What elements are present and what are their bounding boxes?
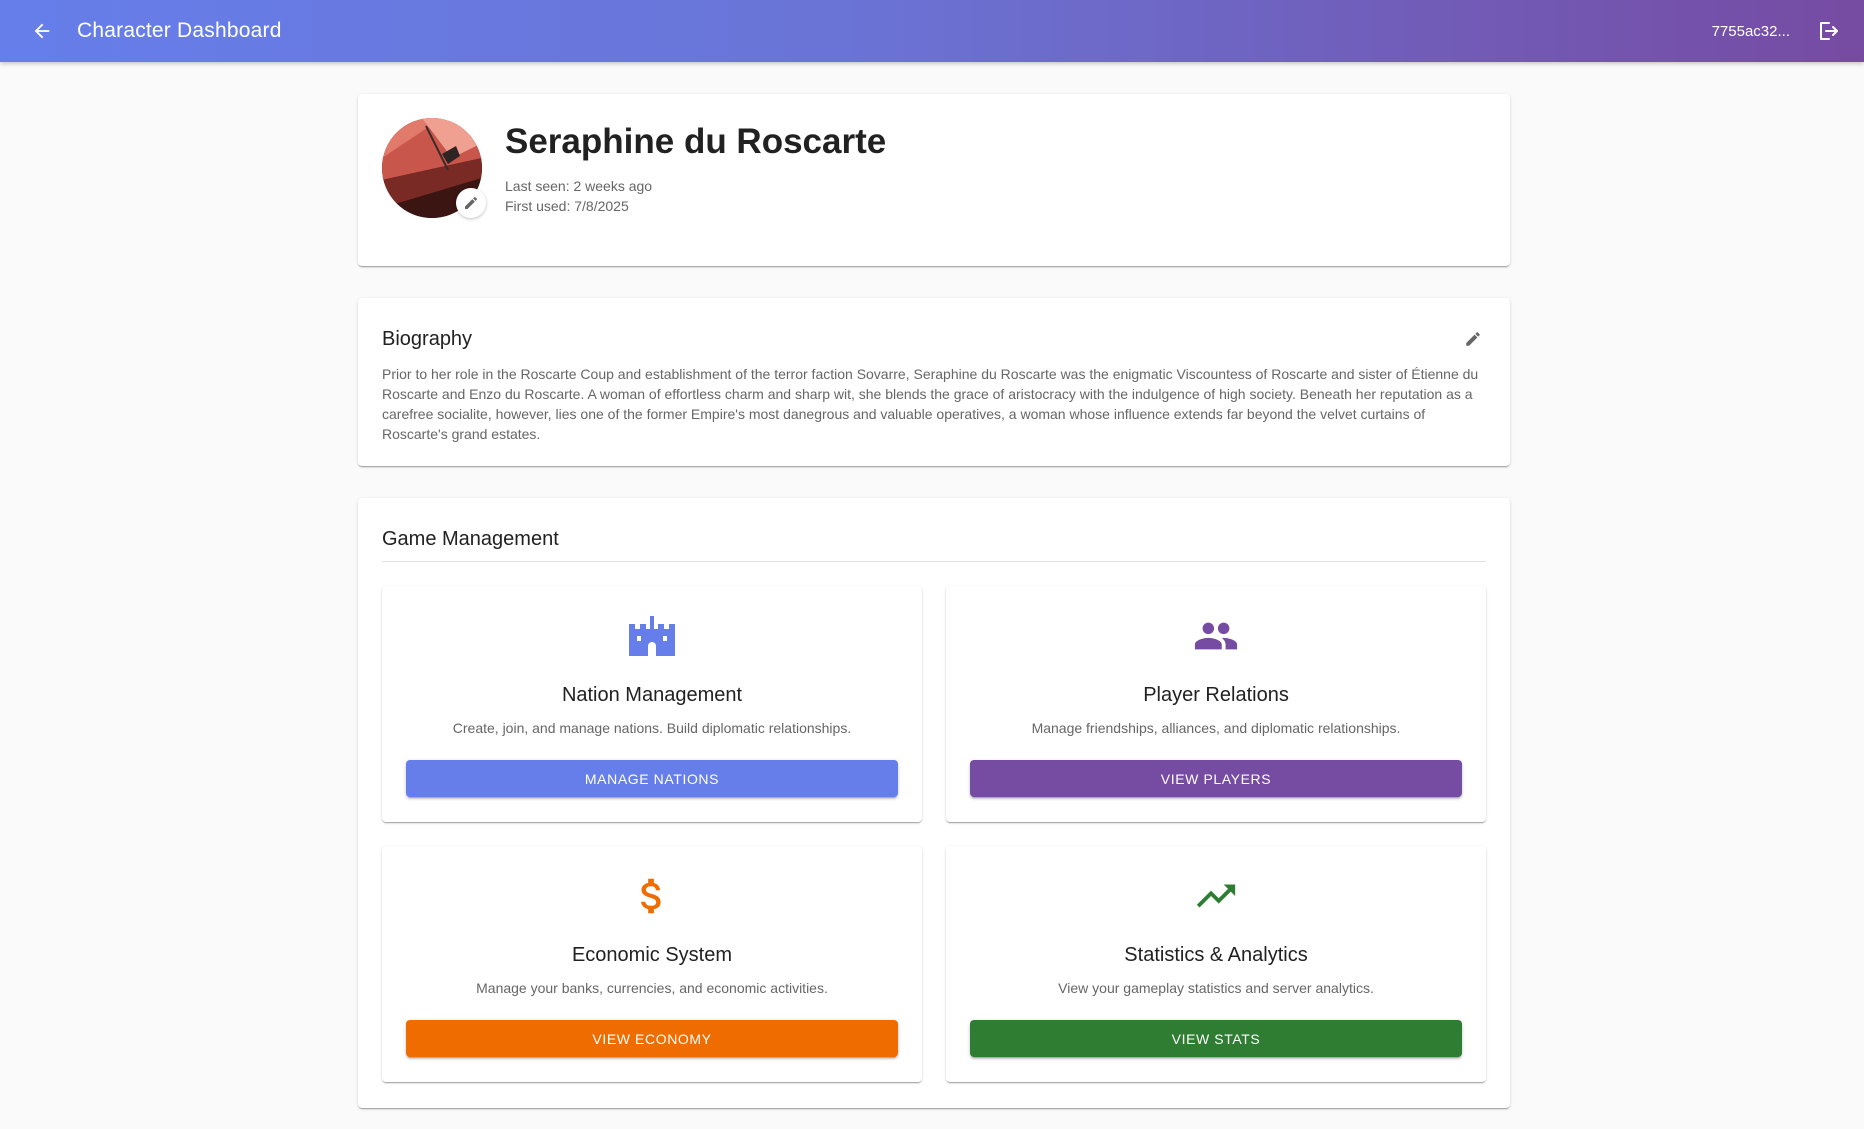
pencil-icon <box>465 196 478 209</box>
profile-card: Seraphine du Roscarte Last seen: 2 weeks… <box>358 94 1510 266</box>
first-used-text: First used: 7/8/2025 <box>505 198 629 214</box>
dollar-icon <box>628 872 676 920</box>
pencil-icon <box>1466 332 1480 346</box>
tile-description: Manage your banks, currencies, and econo… <box>476 980 828 996</box>
tile-description: View your gameplay statistics and server… <box>1058 980 1374 996</box>
economic-system-tile: Economic System Manage your banks, curre… <box>382 846 922 1082</box>
app-title: Character Dashboard <box>77 19 282 42</box>
last-seen-text: Last seen: 2 weeks ago <box>505 178 653 194</box>
tile-description: Create, join, and manage nations. Build … <box>452 720 852 736</box>
biography-card: Biography Prior to her role in the Rosca… <box>358 298 1510 466</box>
view-economy-button[interactable]: VIEW ECONOMY <box>406 1020 898 1057</box>
statistics-analytics-tile: Statistics & Analytics View your gamepla… <box>946 846 1486 1082</box>
biography-title: Biography <box>382 328 473 350</box>
logout-icon[interactable] <box>1812 15 1844 47</box>
castle-icon <box>628 612 676 660</box>
edit-biography-button[interactable] <box>1458 324 1488 354</box>
app-bar: Character Dashboard 7755ac32... <box>0 0 1864 62</box>
game-management-card: Game Management Nation Management Create… <box>358 498 1510 1108</box>
trending-up-icon <box>1192 872 1240 920</box>
divider <box>382 561 1486 562</box>
biography-text: Prior to her role in the Roscarte Coup a… <box>382 366 1479 442</box>
manage-nations-button[interactable]: MANAGE NATIONS <box>406 760 898 797</box>
user-id-label: 7755ac32... <box>1711 23 1790 40</box>
nation-management-tile: Nation Management Create, join, and mana… <box>382 586 922 822</box>
tile-title: Nation Management <box>561 684 743 706</box>
view-players-button[interactable]: VIEW PLAYERS <box>970 760 1462 797</box>
player-relations-tile: Player Relations Manage friendships, all… <box>946 586 1486 822</box>
tile-title: Player Relations <box>1143 684 1289 706</box>
people-icon <box>1192 612 1240 660</box>
tile-title: Statistics & Analytics <box>1124 944 1308 966</box>
tile-title: Economic System <box>571 944 733 966</box>
game-management-title: Game Management <box>382 528 559 550</box>
edit-avatar-button[interactable] <box>456 188 486 218</box>
tile-description: Manage friendships, alliances, and diplo… <box>1031 720 1401 736</box>
view-stats-button[interactable]: VIEW STATS <box>970 1020 1462 1057</box>
character-name: Seraphine du Roscarte <box>505 122 887 161</box>
arrow-back-icon[interactable] <box>26 15 58 47</box>
